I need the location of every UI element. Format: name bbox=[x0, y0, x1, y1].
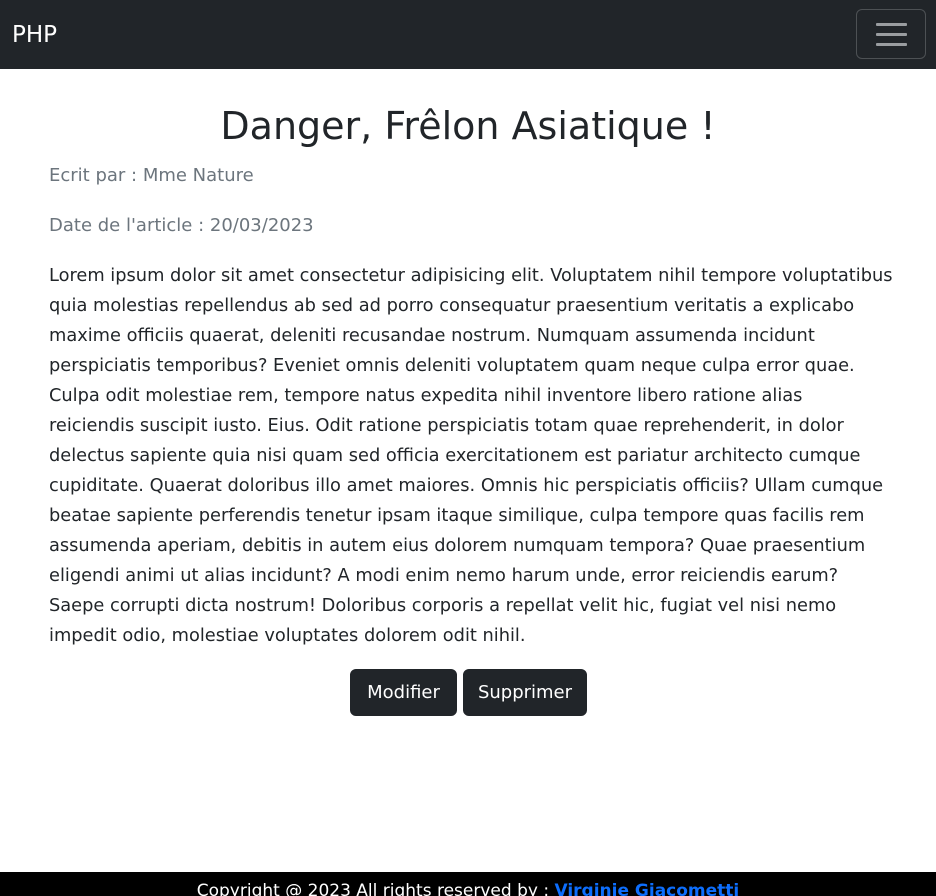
article-author: Ecrit par : Mme Nature bbox=[49, 165, 254, 186]
footer-author-link[interactable]: Virginie Giacometti bbox=[554, 881, 739, 896]
article-date: Date de l'article : 20/03/2023 bbox=[49, 215, 314, 236]
page-footer: Copyright @ 2023 All rights reserved by … bbox=[0, 872, 936, 896]
navbar-toggler-button[interactable] bbox=[856, 9, 926, 59]
top-navbar: PHP bbox=[0, 0, 936, 69]
edit-button[interactable]: Modifier bbox=[350, 669, 457, 716]
article-title: Danger, Frêlon Asiatique ! bbox=[220, 104, 716, 148]
delete-button[interactable]: Supprimer bbox=[463, 669, 587, 716]
footer-copyright-text: Copyright @ 2023 All rights reserved by … bbox=[196, 881, 555, 896]
footer-copyright: Copyright @ 2023 All rights reserved by … bbox=[0, 880, 936, 896]
navbar-brand[interactable]: PHP bbox=[12, 20, 57, 50]
article-body: Lorem ipsum dolor sit amet consectetur a… bbox=[49, 265, 893, 646]
